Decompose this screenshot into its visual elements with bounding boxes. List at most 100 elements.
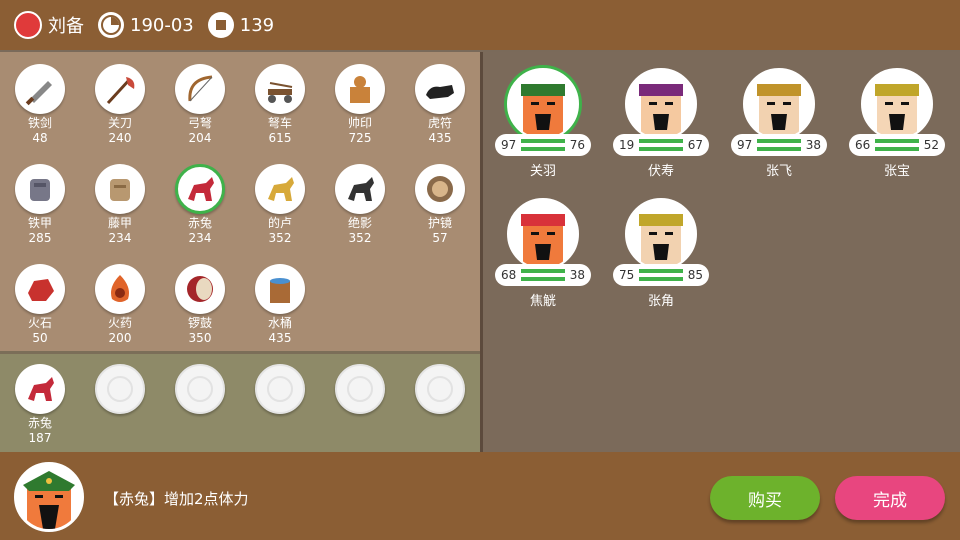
hero-name: 伏寿 [647, 164, 674, 179]
hero-card[interactable]: 97 38 张飞 [729, 68, 829, 179]
empty-slot-icon[interactable] [175, 364, 225, 414]
hero-portrait[interactable] [625, 198, 697, 270]
item-name: 锣鼓 [187, 316, 212, 330]
empty-slot[interactable] [330, 364, 390, 414]
item-name: 绝影 [347, 216, 372, 230]
top-bar: 刘备 190-03 139 [0, 0, 960, 50]
empty-slot-icon[interactable] [415, 364, 465, 414]
water-bucket-icon[interactable] [255, 264, 305, 314]
red-hare-horse-icon[interactable] [15, 364, 65, 414]
empty-slot[interactable] [90, 364, 150, 414]
item-price: 435 [428, 131, 452, 145]
empty-slot[interactable] [250, 364, 310, 414]
item-price: 234 [188, 231, 212, 245]
empty-slot-icon[interactable] [95, 364, 145, 414]
hero-stat-bars [521, 269, 565, 281]
iron-armor-icon[interactable] [15, 164, 65, 214]
hero-stat-left: 97 [737, 138, 753, 152]
bow-icon[interactable] [175, 64, 225, 114]
hero-stat-bars [639, 139, 683, 151]
hero-stat-right: 67 [687, 138, 703, 152]
shop-item[interactable]: 弩车 615 [250, 64, 310, 146]
red-hare-horse-icon[interactable] [175, 164, 225, 214]
item-price: 352 [348, 231, 372, 245]
shop-item[interactable]: 帅印 725 [330, 64, 390, 146]
done-button[interactable]: 完成 [835, 476, 945, 520]
hero-stats: 68 38 [495, 264, 591, 286]
shop-item[interactable]: 铁甲 285 [10, 164, 70, 246]
guan-dao-icon[interactable] [95, 64, 145, 114]
item-price: 48 [32, 131, 48, 145]
hero-portrait[interactable] [625, 68, 697, 140]
owned-item[interactable]: 赤兔 187 [10, 364, 70, 446]
hero-portrait[interactable] [507, 68, 579, 140]
shop-item[interactable]: 护镜 57 [410, 164, 470, 246]
item-name: 护镜 [427, 216, 452, 230]
shop-item[interactable]: 关刀 240 [90, 64, 150, 146]
shop-item[interactable]: 水桶 435 [250, 264, 310, 346]
hero-card[interactable]: 19 67 伏寿 [611, 68, 711, 179]
hero-card[interactable]: 97 76 关羽 [493, 68, 593, 179]
shop-item[interactable]: 的卢 352 [250, 164, 310, 246]
hero-card[interactable]: 75 85 张角 [611, 198, 711, 309]
hero-stats: 97 38 [731, 134, 827, 156]
drum-icon[interactable] [175, 264, 225, 314]
item-price: 725 [348, 131, 372, 145]
hero-portrait[interactable] [507, 198, 579, 270]
item-name: 水桶 [267, 316, 292, 330]
shop-item[interactable]: 弓弩 204 [170, 64, 230, 146]
calendar-pie-icon [98, 12, 124, 38]
buy-button[interactable]: 购买 [710, 476, 820, 520]
hero-stats: 75 85 [613, 264, 709, 286]
item-name: 赤兔 [187, 216, 212, 230]
gunpowder-icon[interactable] [95, 264, 145, 314]
owned-items-panel: 赤兔 187 [0, 354, 480, 452]
hero-name: 关羽 [529, 164, 556, 179]
rattan-armor-icon[interactable] [95, 164, 145, 214]
hero-card[interactable]: 68 38 焦觥 [493, 198, 593, 309]
fire-stone-icon[interactable] [15, 264, 65, 314]
empty-slot[interactable] [170, 364, 230, 414]
shop-item[interactable]: 绝影 352 [330, 164, 390, 246]
selected-hero-portrait [14, 462, 84, 532]
jueying-horse-icon[interactable] [335, 164, 385, 214]
shop-item[interactable]: 火石 50 [10, 264, 70, 346]
shop-item[interactable]: 虎符 435 [410, 64, 470, 146]
shop-item[interactable]: 锣鼓 350 [170, 264, 230, 346]
hero-stat-right: 85 [687, 268, 703, 282]
hero-stat-left: 68 [501, 268, 517, 282]
ballista-icon[interactable] [255, 64, 305, 114]
mirror-shield-icon[interactable] [415, 164, 465, 214]
hero-name: 张飞 [765, 164, 792, 179]
shop-item[interactable]: 火药 200 [90, 264, 150, 346]
hero-portrait[interactable] [743, 68, 815, 140]
item-price: 352 [268, 231, 292, 245]
empty-slot-icon[interactable] [335, 364, 385, 414]
hero-stat-bars [521, 139, 565, 151]
seal-icon[interactable] [335, 64, 385, 114]
hero-card[interactable]: 66 52 张宝 [847, 68, 947, 179]
item-price: 234 [108, 231, 132, 245]
tiger-tally-icon[interactable] [415, 64, 465, 114]
item-price: 50 [32, 331, 48, 345]
shop-item[interactable]: 赤兔 234 [170, 164, 230, 246]
gold-amount: 139 [239, 14, 275, 36]
hero-stat-bars [875, 139, 919, 151]
iron-sword-icon[interactable] [15, 64, 65, 114]
shop-item[interactable]: 藤甲 234 [90, 164, 150, 246]
item-name: 赤兔 [27, 416, 52, 430]
shop-item[interactable]: 铁剑 48 [10, 64, 70, 146]
empty-slot[interactable] [410, 364, 470, 414]
lord-name: 刘备 [48, 16, 84, 37]
gold-info: 139 [207, 12, 275, 38]
dilu-horse-icon[interactable] [255, 164, 305, 214]
item-description: 【赤兔】增加2点体力 [104, 490, 249, 508]
item-name: 弩车 [267, 116, 292, 130]
item-name: 铁剑 [27, 116, 52, 130]
faction-color-icon [14, 11, 42, 39]
hero-stat-bars [639, 269, 683, 281]
hero-portrait[interactable] [861, 68, 933, 140]
item-name: 铁甲 [27, 216, 52, 230]
empty-slot-icon[interactable] [255, 364, 305, 414]
item-price: 204 [188, 131, 212, 145]
